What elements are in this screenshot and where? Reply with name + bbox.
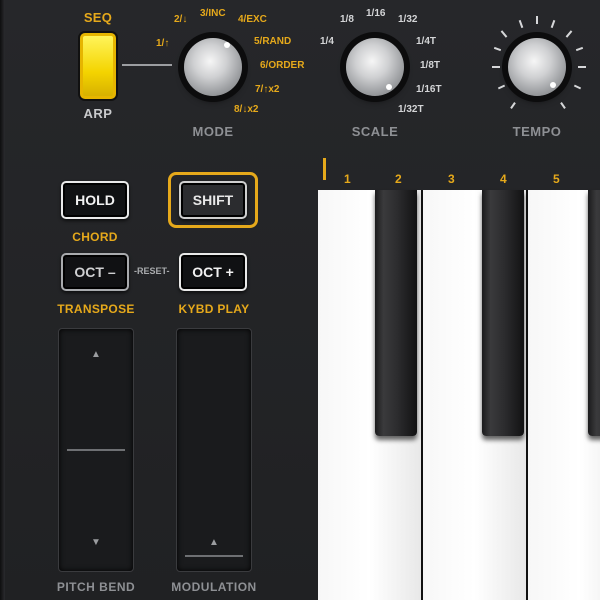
black-key[interactable]: [588, 190, 600, 436]
pitch-bend-label: PITCH BEND: [56, 580, 136, 594]
modulation-wheel[interactable]: ▲: [176, 328, 252, 572]
keyboard: [318, 190, 600, 600]
key-number-3: 3: [448, 172, 455, 186]
tempo-tick: [492, 66, 500, 68]
mode-option-6: 6/ORDER: [260, 60, 305, 71]
key-number-1: 1: [344, 172, 351, 186]
mode-option-7: 7/↑x2: [255, 84, 280, 95]
scale-label: SCALE: [351, 124, 399, 139]
seq-connector-line: [122, 64, 172, 66]
scale-option-1-4t: 1/4T: [416, 36, 437, 47]
tempo-tick: [518, 19, 524, 29]
tempo-tick: [578, 66, 586, 68]
keyboard-marker: [323, 158, 326, 180]
arp-label: ARP: [83, 106, 113, 121]
tempo-tick: [575, 46, 584, 52]
pitch-up-arrow: ▲: [91, 349, 101, 360]
mode-knob-indicator: [224, 42, 230, 48]
black-key[interactable]: [482, 190, 524, 436]
scale-option-1-32t: 1/32T: [398, 104, 424, 115]
tempo-knob-indicator: [550, 82, 556, 88]
scale-option-1-16: 1/16: [366, 8, 386, 19]
mode-option-8: 8/↓x2: [234, 104, 259, 115]
scale-option-1-8: 1/8: [340, 14, 354, 25]
mod-bottom-line: [185, 555, 243, 557]
seq-label: SEQ: [83, 10, 113, 25]
hold-button[interactable]: HOLD: [61, 181, 129, 219]
pitch-center-line: [67, 449, 125, 451]
oct-plus-button[interactable]: OCT +: [179, 253, 247, 291]
mode-option-3: 3/INC: [200, 8, 226, 19]
pitch-down-arrow: ▼: [91, 537, 101, 548]
tempo-tick: [560, 102, 566, 109]
panel-edge: [0, 0, 5, 600]
scale-option-1-32: 1/32: [398, 14, 418, 25]
key-number-5: 5: [553, 172, 560, 186]
tempo-tick: [550, 19, 556, 29]
tempo-label: TEMPO: [512, 124, 562, 139]
reset-label: -RESET-: [134, 266, 170, 276]
key-number-4: 4: [500, 172, 507, 186]
mode-option-4: 4/EXC: [238, 14, 267, 25]
scale-option-1-4: 1/4: [320, 36, 334, 47]
tempo-tick: [536, 16, 538, 24]
mode-option-1: 1/↑: [156, 38, 170, 49]
mode-option-5: 5/RAND: [254, 36, 292, 47]
pitch-bend-wheel[interactable]: ▲ ▼: [58, 328, 134, 572]
chord-label: CHORD: [72, 230, 118, 244]
tempo-knob[interactable]: [508, 38, 566, 96]
scale-option-1-8t: 1/8T: [420, 60, 441, 71]
scale-knob[interactable]: [346, 38, 404, 96]
tempo-tick: [565, 30, 573, 38]
key-number-2: 2: [395, 172, 402, 186]
tempo-tick: [510, 102, 516, 109]
tempo-tick: [497, 84, 506, 90]
black-key[interactable]: [375, 190, 417, 436]
modulation-label: MODULATION: [171, 580, 257, 594]
transpose-label: TRANSPOSE: [57, 302, 135, 316]
tempo-tick: [573, 84, 582, 90]
seq-arp-button[interactable]: [80, 33, 116, 99]
shift-button[interactable]: SHIFT: [179, 181, 247, 219]
oct-minus-button[interactable]: OCT –: [61, 253, 129, 291]
kybd-play-label: KYBD PLAY: [178, 302, 250, 316]
mode-option-2: 2/↓: [174, 14, 188, 25]
tempo-tick: [500, 30, 508, 38]
mod-up-arrow: ▲: [209, 537, 219, 548]
scale-option-1-16t: 1/16T: [416, 84, 442, 95]
scale-knob-indicator: [386, 84, 392, 90]
mode-label: MODE: [192, 124, 234, 139]
mode-knob[interactable]: [184, 38, 242, 96]
synth-panel: SEQ ARP 1/↑ 2/↓ 3/INC 4/EXC 5/RAND 6/ORD…: [0, 0, 600, 600]
tempo-tick: [493, 46, 502, 52]
